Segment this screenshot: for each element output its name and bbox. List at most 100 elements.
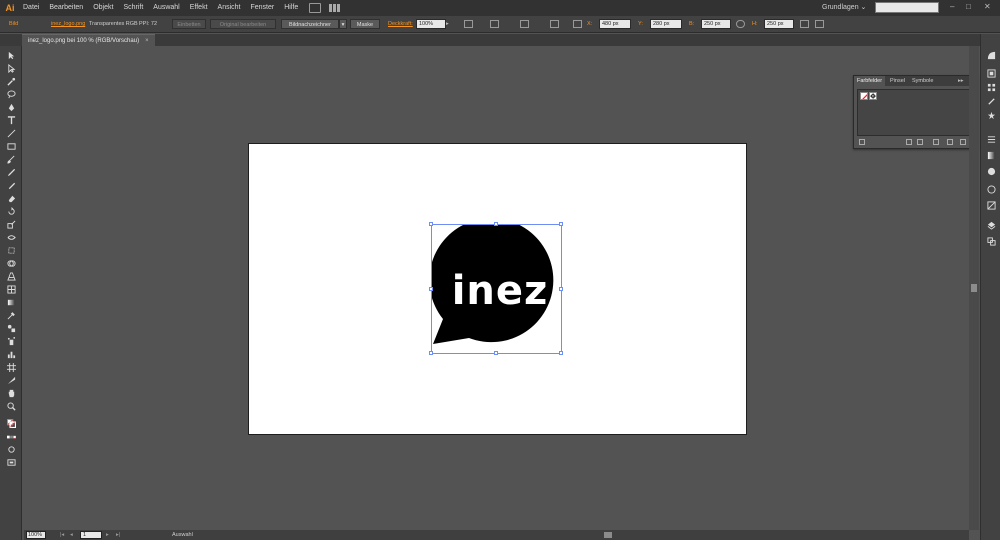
y-field[interactable]: 280 px [650, 19, 682, 29]
free-transform-tool-icon[interactable] [6, 245, 16, 255]
pencil-tool-icon[interactable] [6, 167, 16, 177]
tab-symbole[interactable]: Symbole [909, 76, 936, 86]
swatch-registration[interactable] [869, 92, 877, 100]
eyedropper-tool-icon[interactable] [6, 310, 16, 320]
handle-bottom-left[interactable] [429, 351, 433, 355]
drawing-modes-icon[interactable] [6, 444, 16, 454]
selection-tool-icon[interactable] [6, 50, 16, 60]
horizontal-scroll-thumb[interactable] [604, 532, 612, 538]
mesh-tool-icon[interactable] [6, 284, 16, 294]
screen-mode-icon[interactable] [6, 457, 16, 467]
opacity-dropdown-icon[interactable]: ▸ [446, 19, 449, 29]
brushes-panel-icon[interactable] [986, 96, 996, 106]
swatches-panel-icon[interactable] [986, 82, 996, 92]
x-field[interactable]: 480 px [599, 19, 631, 29]
artboards-panel-icon[interactable] [986, 236, 996, 246]
new-color-group-icon[interactable] [933, 139, 939, 145]
w-field[interactable]: 250 px [701, 19, 731, 29]
direct-selection-tool-icon[interactable] [6, 63, 16, 73]
panel-options-icon[interactable] [800, 20, 809, 28]
graphic-styles-icon[interactable] [986, 200, 996, 210]
menu-ansicht[interactable]: Ansicht [213, 0, 246, 16]
line-tool-icon[interactable] [6, 128, 16, 138]
menu-datei[interactable]: Datei [18, 0, 44, 16]
next-artboard-icon[interactable]: ▸ [106, 530, 109, 540]
close-button[interactable]: ✕ [984, 2, 991, 11]
width-tool-icon[interactable] [6, 232, 16, 242]
selection-bounding-box[interactable] [429, 222, 563, 355]
artboard-tool-icon[interactable] [6, 362, 16, 372]
image-trace-dropdown[interactable]: ▾ [339, 19, 347, 29]
artboard-number-field[interactable]: 1 [80, 531, 102, 539]
zoom-level-field[interactable]: 100% [26, 531, 46, 539]
close-tab-icon[interactable]: × [145, 38, 149, 44]
h-field[interactable]: 250 px [764, 19, 794, 29]
handle-bottom-right[interactable] [559, 351, 563, 355]
new-swatch-icon[interactable] [947, 139, 953, 145]
opacity-field[interactable]: 100% [416, 19, 446, 29]
transform-icon[interactable] [490, 20, 499, 28]
search-input[interactable] [875, 2, 939, 13]
arrange-documents-icon[interactable] [329, 3, 343, 13]
menu-bearbeiten[interactable]: Bearbeiten [44, 0, 88, 16]
menu-hilfe[interactable]: Hilfe [279, 0, 303, 16]
handle-top[interactable] [494, 222, 498, 226]
tab-pinsel[interactable]: Pinsel [887, 76, 908, 86]
distribute-spacing-icon[interactable] [550, 20, 559, 28]
appearance-panel-icon[interactable] [986, 184, 996, 194]
delete-swatch-icon[interactable] [960, 139, 966, 145]
gradient-panel-icon[interactable] [986, 150, 996, 160]
distribute-icon[interactable] [520, 20, 529, 28]
blob-brush-tool-icon[interactable] [6, 180, 16, 190]
mask-button[interactable]: Maske [350, 19, 380, 29]
document-tab[interactable]: inez_logo.png bei 100 % (RGB/Vorschau) × [22, 34, 155, 46]
constrain-proportions-icon[interactable] [736, 20, 745, 28]
menu-effekt[interactable]: Effekt [185, 0, 213, 16]
handle-top-right[interactable] [559, 222, 563, 226]
lasso-tool-icon[interactable] [6, 89, 16, 99]
minimize-button[interactable]: – [950, 2, 954, 11]
magic-wand-tool-icon[interactable] [6, 76, 16, 86]
vertical-scrollbar[interactable] [969, 46, 979, 530]
fill-stroke-icon[interactable] [6, 418, 16, 428]
eraser-tool-icon[interactable] [6, 193, 16, 203]
align-icon[interactable] [464, 20, 473, 28]
file-link[interactable]: inez_logo.png [51, 19, 85, 29]
maximize-button[interactable]: □ [966, 2, 971, 11]
shape-builder-tool-icon[interactable] [6, 258, 16, 268]
paintbrush-tool-icon[interactable] [6, 154, 16, 164]
swatch-library-icon[interactable] [859, 139, 865, 145]
edit-original-button[interactable]: Original bearbeiten [210, 19, 276, 29]
handle-bottom[interactable] [494, 351, 498, 355]
rotate-tool-icon[interactable] [6, 206, 16, 216]
vertical-scroll-thumb[interactable] [971, 284, 977, 292]
symbol-sprayer-tool-icon[interactable] [6, 336, 16, 346]
embed-button[interactable]: Einbetten [172, 19, 206, 29]
reference-point-icon[interactable] [573, 20, 582, 28]
hand-tool-icon[interactable] [6, 388, 16, 398]
color-panel-icon[interactable] [986, 50, 996, 60]
menu-fenster[interactable]: Fenster [246, 0, 280, 16]
menu-auswahl[interactable]: Auswahl [148, 0, 184, 16]
handle-left[interactable] [429, 287, 433, 291]
handle-top-left[interactable] [429, 222, 433, 226]
zoom-tool-icon[interactable] [6, 401, 16, 411]
pen-tool-icon[interactable] [6, 102, 16, 112]
show-swatch-kinds-icon[interactable] [906, 139, 912, 145]
stroke-panel-icon[interactable] [986, 134, 996, 144]
rectangle-tool-icon[interactable] [6, 141, 16, 151]
control-bar-menu-icon[interactable] [815, 20, 824, 28]
tab-farbfelder[interactable]: Farbfelder [854, 76, 886, 86]
swatch-options-icon[interactable] [917, 139, 923, 145]
slice-tool-icon[interactable] [6, 375, 16, 385]
layers-panel-icon[interactable] [986, 220, 996, 230]
color-guide-icon[interactable] [986, 68, 996, 78]
blend-tool-icon[interactable] [6, 323, 16, 333]
last-artboard-icon[interactable]: ▸| [116, 530, 120, 540]
bridge-icon[interactable] [309, 3, 322, 13]
menu-schrift[interactable]: Schrift [118, 0, 148, 16]
opacity-label[interactable]: Deckkraft: [388, 19, 413, 29]
workspace-switcher[interactable]: Grundlagen ⌄ [822, 3, 866, 11]
swatch-none[interactable] [860, 92, 868, 100]
scale-tool-icon[interactable] [6, 219, 16, 229]
